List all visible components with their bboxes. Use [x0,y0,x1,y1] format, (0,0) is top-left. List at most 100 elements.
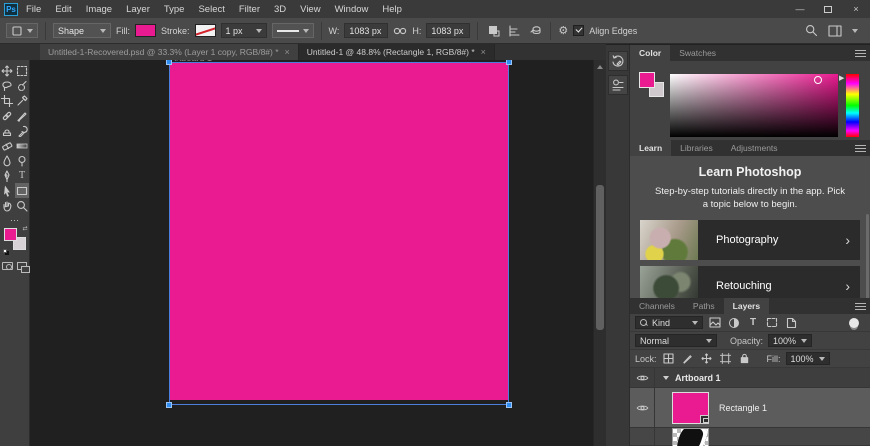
document-tab-untitled-1[interactable]: Untitled-1 @ 48.8% (Rectangle 1, RGB/8#)… [298,44,495,60]
lock-artboard-nesting-button[interactable] [719,352,733,366]
gear-icon[interactable]: ⚙ [558,24,568,37]
panel-menu-icon[interactable] [855,303,866,310]
align-edges-checkbox[interactable] [573,25,585,36]
filter-pixel-layers-button[interactable] [708,316,722,330]
restore-button[interactable] [814,0,842,18]
panel-menu-icon[interactable] [855,145,866,152]
lock-image-pixels-button[interactable] [681,352,695,366]
edit-toolbar-ellipsis-icon[interactable]: ⋯ [10,216,19,225]
healing-brush-tool-button[interactable] [0,108,14,123]
tab-adjustments[interactable]: Adjustments [722,140,787,156]
pen-tool-button[interactable] [0,168,14,183]
color-field-marker[interactable] [814,76,822,84]
workspace-switcher-icon[interactable] [828,24,842,37]
brush-tool-button[interactable] [15,108,29,123]
minimize-button[interactable]: — [786,0,814,18]
lasso-tool-button[interactable] [0,78,14,93]
move-tool-button[interactable] [0,63,14,78]
visibility-toggle[interactable] [630,368,655,387]
lock-transparent-pixels-button[interactable] [662,352,676,366]
transform-handle-top-right[interactable] [506,60,512,65]
menu-file[interactable]: File [26,4,41,15]
menu-3d[interactable]: 3D [274,4,286,15]
hand-tool-button[interactable] [0,198,14,213]
default-colors-icon[interactable] [2,249,7,253]
properties-panel-button[interactable] [607,75,628,95]
layer-name[interactable]: Rectangle 1 [719,403,767,413]
expand-collapse-icon[interactable] [663,376,669,383]
tab-swatches[interactable]: Swatches [670,45,725,61]
eyedropper-tool-button[interactable] [15,93,29,108]
tab-learn[interactable]: Learn [630,140,672,156]
layer-row-artboard-1[interactable]: Artboard 1 [630,368,870,388]
menu-select[interactable]: Select [198,4,224,15]
visibility-toggle[interactable] [630,428,655,445]
lock-position-button[interactable] [700,352,714,366]
crop-tool-button[interactable] [0,93,14,108]
tab-layers[interactable]: Layers [723,298,770,314]
learn-scrollbar-thumb[interactable] [866,214,869,298]
link-dimensions-icon[interactable] [393,26,407,36]
scroll-up-icon[interactable] [597,62,603,69]
screen-mode-button[interactable] [17,262,30,273]
shape-width-input[interactable]: 1083 px [344,23,389,38]
filter-toggle-switch[interactable] [849,317,859,328]
filter-adjustment-layers-button[interactable] [727,316,741,330]
close-tab-icon[interactable]: × [285,47,290,57]
learn-card-retouching[interactable]: Retouching › [640,266,860,298]
path-alignment-button[interactable] [506,23,522,39]
filter-shape-layers-button[interactable] [765,316,779,330]
marquee-tool-button[interactable] [15,63,29,78]
foreground-color-swatch[interactable] [3,228,17,241]
stroke-color-swatch[interactable] [194,24,216,37]
visibility-toggle[interactable] [630,388,655,427]
menu-filter[interactable]: Filter [239,4,260,15]
menu-image[interactable]: Image [86,4,112,15]
menu-edit[interactable]: Edit [55,4,71,15]
path-selection-tool-button[interactable] [0,183,14,198]
path-operations-button[interactable] [485,23,501,39]
blur-tool-button[interactable] [0,153,14,168]
canvas-vertical-scrollbar[interactable] [593,60,606,446]
transform-handle-bottom-right[interactable] [506,402,512,408]
fill-color-swatch[interactable] [135,24,156,37]
fill-dropdown[interactable]: 100% [785,352,830,365]
canvas-area[interactable]: Artboard 1 [30,60,593,446]
close-button[interactable]: × [842,0,870,18]
path-arrangement-button[interactable] [527,23,543,39]
document-tab-untitled-1-recovered[interactable]: Untitled-1-Recovered.psd @ 33.3% (Layer … [40,44,299,60]
swap-colors-icon[interactable]: ⇄ [22,225,27,232]
opacity-dropdown[interactable]: 100% [768,334,813,347]
menu-layer[interactable]: Layer [126,4,150,15]
layer-name[interactable]: Artboard 1 [675,373,721,383]
filter-smart-objects-button[interactable] [784,316,798,330]
close-tab-icon[interactable]: × [481,47,486,57]
menu-window[interactable]: Window [335,4,369,15]
tab-libraries[interactable]: Libraries [671,140,722,156]
shape-height-input[interactable]: 1083 px [426,23,471,38]
foreground-color-swatch[interactable] [639,72,655,88]
panel-menu-icon[interactable] [855,50,866,57]
tab-paths[interactable]: Paths [684,298,724,314]
menu-help[interactable]: Help [382,4,402,15]
tool-preset-picker[interactable] [6,23,38,38]
dodge-tool-button[interactable] [15,153,29,168]
saturation-brightness-field[interactable] [670,74,838,137]
layer-thumbnail[interactable] [672,391,709,424]
lock-all-button[interactable] [738,352,752,366]
type-tool-button[interactable]: T [15,168,29,183]
history-brush-tool-button[interactable] [15,123,29,138]
tab-channels[interactable]: Channels [630,298,684,314]
filter-type-layers-button[interactable]: T [746,316,760,330]
quick-selection-tool-button[interactable] [15,78,29,93]
clone-stamp-tool-button[interactable] [0,123,14,138]
eraser-tool-button[interactable] [0,138,14,153]
transform-handle-bottom-left[interactable] [166,402,172,408]
learn-card-photography[interactable]: Photography › [640,220,860,260]
stroke-type-dropdown[interactable] [271,23,314,38]
quick-mask-button[interactable] [2,262,13,270]
gradient-tool-button[interactable] [15,138,29,153]
stroke-width-input[interactable]: 1 px [220,23,267,38]
scrollbar-thumb[interactable] [596,185,604,330]
history-panel-button[interactable] [607,51,628,71]
